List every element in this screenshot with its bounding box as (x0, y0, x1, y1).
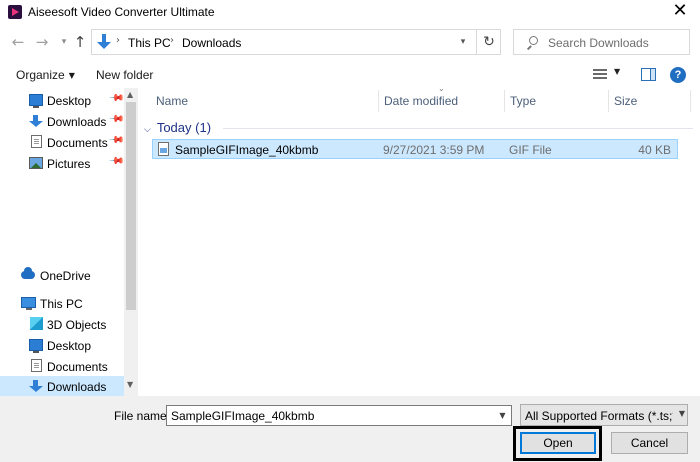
file-name: SampleGIFImage_40kbmb (175, 143, 319, 157)
nav-item-downloads-selected[interactable]: Downloads (0, 376, 124, 396)
file-size: 40 KB (638, 143, 671, 157)
nav-item-3d-objects[interactable]: 3D Objects (0, 314, 124, 334)
column-header-name[interactable]: Name (156, 94, 188, 108)
nav-item-this-pc[interactable]: This PC (0, 293, 124, 313)
breadcrumb-downloads[interactable]: Downloads (182, 36, 241, 50)
pin-icon[interactable]: 📌 (108, 111, 125, 128)
file-type: GIF File (509, 143, 552, 157)
new-folder-button[interactable]: New folder (96, 68, 153, 82)
group-label: Today (1) (156, 120, 212, 135)
nav-item-label: Desktop (47, 94, 92, 108)
preview-pane-icon[interactable] (641, 68, 656, 81)
chevron-down-icon[interactable]: ▼ (494, 406, 511, 425)
command-toolbar: Organize ▼ New folder ▼ ? (0, 62, 700, 88)
title-bar: Aiseesoft Video Converter Ultimate ✕ (0, 0, 700, 26)
nav-item-label: Documents (47, 136, 108, 150)
pin-icon[interactable]: 📌 (108, 132, 125, 149)
search-icon (526, 36, 538, 50)
window-title: Aiseesoft Video Converter Ultimate (28, 5, 215, 19)
documents-icon (31, 135, 42, 148)
app-icon (8, 5, 22, 19)
organize-menu-button[interactable]: Organize ▼ (16, 68, 75, 82)
nav-item-pictures[interactable]: Pictures 📌 (0, 153, 125, 173)
nav-item-desktop[interactable]: Desktop (0, 335, 124, 355)
breadcrumb-separator-icon[interactable]: › (116, 35, 120, 46)
navigation-pane: Desktop 📌 Downloads 📌 Documents 📌 Pictur… (0, 88, 138, 396)
forward-arrow-icon[interactable]: → (32, 32, 52, 52)
nav-item-label: Pictures (47, 157, 91, 171)
column-divider[interactable] (608, 90, 609, 112)
download-location-icon (96, 33, 112, 51)
nav-item-label: Downloads (47, 380, 107, 394)
column-header-date[interactable]: Date modified (384, 94, 458, 108)
group-divider (223, 128, 693, 129)
file-name-label: File name: (114, 409, 171, 423)
gif-file-icon (158, 142, 169, 156)
nav-item-label: Desktop (47, 339, 92, 353)
file-type-filter-select[interactable]: All Supported Formats (*.ts;*.m ▼ (520, 404, 688, 426)
column-divider[interactable] (504, 90, 505, 112)
download-icon (29, 115, 43, 127)
file-list: Name ⌄ Date modified Type Size ⌵ Today (1… (138, 84, 700, 396)
desktop-icon (29, 339, 43, 353)
column-divider[interactable] (378, 90, 379, 112)
nav-item-label: 3D Objects (47, 318, 107, 332)
file-date: 9/27/2021 3:59 PM (383, 143, 485, 157)
scroll-up-arrow-icon[interactable]: ▲ (127, 90, 133, 99)
nav-item-label: OneDrive (40, 269, 91, 283)
scrollbar-thumb[interactable] (126, 102, 136, 310)
refresh-icon[interactable]: ↻ (476, 30, 501, 54)
sort-caret-icon: ⌄ (438, 84, 445, 93)
table-row[interactable]: SampleGIFImage_40kbmb 9/27/2021 3:59 PM … (152, 139, 678, 159)
open-button[interactable]: Open (520, 432, 596, 454)
chevron-down-icon: ▼ (678, 409, 685, 418)
up-arrow-icon[interactable]: ↑ (70, 32, 90, 52)
organize-label: Organize (16, 68, 65, 82)
documents-icon (31, 359, 42, 372)
column-divider[interactable] (690, 90, 691, 112)
search-placeholder: Search Downloads (548, 36, 649, 50)
nav-item-documents[interactable]: Documents 📌 (0, 132, 125, 152)
3d-objects-icon (30, 317, 43, 330)
breadcrumb-this-pc[interactable]: This PC (128, 36, 171, 50)
this-pc-icon (21, 297, 36, 310)
filter-value: All Supported Formats (*.ts;*.m (525, 409, 673, 423)
download-icon (29, 380, 43, 392)
nav-item-label: This PC (40, 297, 83, 311)
nav-item-label: Documents (47, 360, 108, 374)
group-header-today[interactable]: ⌵ Today (1) (144, 120, 211, 135)
chevron-down-icon: ▼ (614, 67, 621, 76)
pin-icon[interactable]: 📌 (108, 153, 125, 170)
file-name-input[interactable]: SampleGIFImage_40kbmb ▼ (166, 405, 512, 426)
nav-item-downloads[interactable]: Downloads 📌 (0, 111, 125, 131)
desktop-icon (29, 94, 43, 108)
column-header-type[interactable]: Type (510, 94, 536, 108)
onedrive-cloud-icon (21, 267, 35, 279)
nav-item-desktop[interactable]: Desktop 📌 (0, 90, 125, 110)
close-icon[interactable]: ✕ (666, 0, 694, 24)
nav-item-onedrive[interactable]: OneDrive (0, 265, 124, 285)
details-view-icon (593, 69, 607, 80)
pictures-icon (29, 157, 43, 169)
back-arrow-icon[interactable]: ← (8, 32, 28, 52)
cancel-button[interactable]: Cancel (611, 432, 688, 454)
nav-item-label: Downloads (47, 115, 107, 129)
file-name-value: SampleGIFImage_40kbmb (171, 409, 315, 423)
column-header-size[interactable]: Size (614, 94, 637, 108)
address-bar[interactable]: › This PC › Downloads ▾ ↻ (91, 29, 501, 55)
nav-item-documents[interactable]: Documents (0, 356, 124, 376)
chevron-down-icon: ▼ (68, 71, 75, 80)
search-input[interactable]: Search Downloads (513, 29, 690, 55)
nav-pane-scrollbar[interactable]: ▲ ▼ (124, 88, 138, 396)
breadcrumb-separator-icon[interactable]: › (170, 35, 174, 46)
scroll-down-arrow-icon[interactable]: ▼ (127, 380, 133, 389)
chevron-down-icon: ⌵ (144, 125, 151, 135)
pin-icon[interactable]: 📌 (108, 90, 125, 107)
address-dropdown-chevron-icon[interactable]: ▾ (455, 34, 471, 50)
change-view-button[interactable]: ▼ (593, 67, 623, 83)
help-icon[interactable]: ? (670, 67, 686, 83)
